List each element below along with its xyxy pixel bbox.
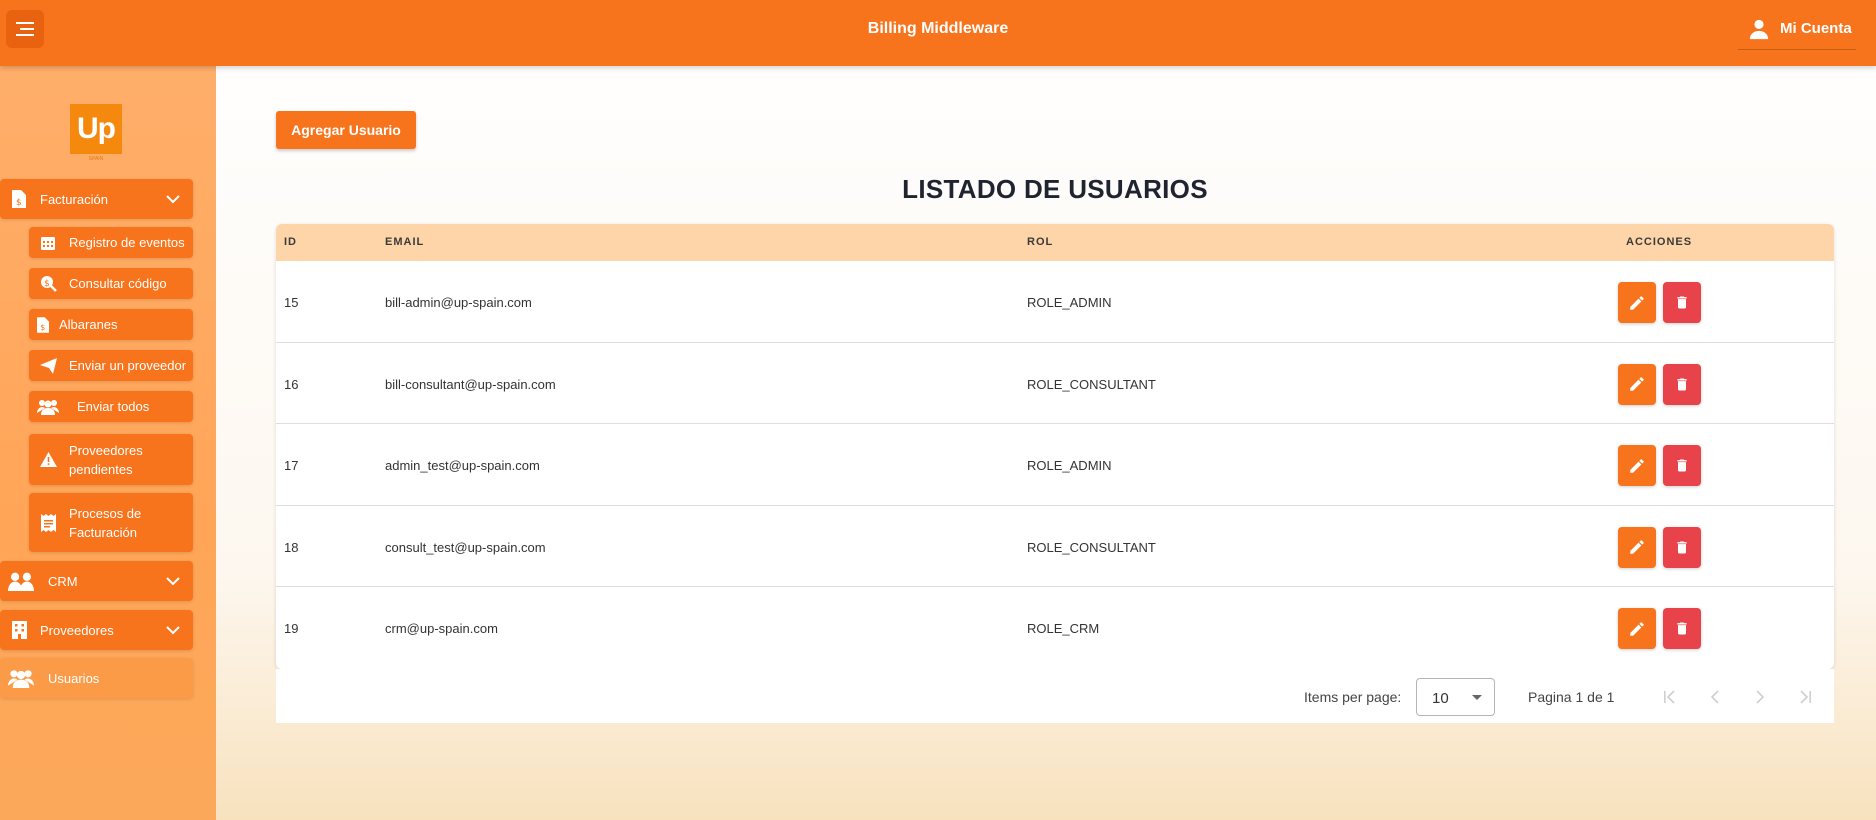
sidebar-item-registro-eventos[interactable]: Registro de eventos [29, 227, 193, 258]
pencil-icon [1630, 622, 1644, 636]
first-page-button[interactable] [1656, 683, 1684, 711]
row-rol: ROLE_ADMIN [1027, 458, 1112, 474]
table-row: 18 consult_test@up-spain.com ROLE_CONSUL… [276, 506, 1834, 588]
user-icon [1749, 19, 1769, 39]
column-header-email: EMAIL [385, 236, 425, 248]
svg-text:$: $ [44, 279, 50, 289]
row-id: 16 [284, 376, 299, 392]
svg-text:$: $ [40, 323, 45, 332]
column-header-rol: ROL [1027, 236, 1054, 248]
add-user-button[interactable]: Agregar Usuario [276, 111, 416, 149]
pencil-icon [1630, 458, 1644, 473]
users-table: ID EMAIL ROL ACCIONES 15 bill-admin@up-s… [276, 224, 1834, 669]
edit-button[interactable] [1618, 608, 1656, 650]
edit-button[interactable] [1618, 282, 1656, 323]
delete-button[interactable] [1663, 526, 1701, 568]
chevron-down-icon [165, 573, 181, 592]
items-per-page-label: Items per page: [1304, 689, 1402, 705]
items-per-page-value: 10 [1432, 690, 1449, 707]
row-id: 19 [284, 621, 299, 637]
edit-button[interactable] [1618, 363, 1656, 405]
row-email: bill-admin@up-spain.com [385, 295, 532, 310]
invoice-icon: $ [37, 316, 49, 333]
row-rol: ROLE_ADMIN [1027, 295, 1112, 310]
sidebar-group-proveedores[interactable]: Proveedores [0, 610, 193, 650]
table-header: ID EMAIL ROL ACCIONES [276, 224, 1834, 261]
page-range-label: Pagina 1 de 1 [1528, 689, 1615, 705]
page-title: LISTADO DE USUARIOS [902, 174, 1208, 204]
users-icon [37, 399, 59, 415]
row-id: 15 [284, 295, 299, 310]
column-header-id: ID [284, 236, 297, 248]
row-email: consult_test@up-spain.com [385, 539, 546, 555]
first-page-icon [1664, 690, 1675, 704]
svg-text:$: $ [16, 198, 22, 208]
previous-page-button[interactable] [1701, 683, 1729, 711]
delete-button[interactable] [1663, 608, 1701, 650]
next-page-button[interactable] [1746, 683, 1774, 711]
sidebar-item-enviar-proveedor[interactable]: Enviar un proveedor [29, 350, 193, 381]
chevron-down-icon [165, 191, 181, 210]
pencil-icon [1630, 295, 1644, 310]
receipt-icon [37, 513, 59, 532]
pencil-icon [1630, 540, 1644, 555]
sidebar-group-crm[interactable]: CRM [0, 561, 193, 601]
row-rol: ROLE_CONSULTANT [1027, 539, 1156, 555]
dropdown-arrow-icon [1472, 695, 1482, 700]
invoice-icon: $ [8, 190, 30, 208]
sidebar-item-enviar-todos[interactable]: Enviar todos [29, 391, 193, 422]
trash-icon [1677, 296, 1687, 309]
dollar-search-icon: $ [37, 275, 59, 292]
row-id: 18 [284, 539, 299, 555]
table-row: 16 bill-consultant@up-spain.com ROLE_CON… [276, 343, 1834, 425]
items-per-page-select[interactable]: 10 [1416, 678, 1495, 716]
edit-button[interactable] [1618, 526, 1656, 568]
top-bar: Billing Middleware Mi Cuenta [0, 0, 1876, 66]
paginator: Items per page: 10 Pagina 1 de 1 [276, 669, 1834, 723]
delete-button[interactable] [1663, 363, 1701, 405]
last-page-button[interactable] [1791, 683, 1819, 711]
trash-icon [1677, 622, 1687, 635]
table-row: 15 bill-admin@up-spain.com ROLE_ADMIN [276, 261, 1834, 343]
sidebar-group-facturacion[interactable]: $ Facturación [0, 179, 193, 219]
row-rol: ROLE_CRM [1027, 621, 1100, 637]
column-header-acciones: ACCIONES [1626, 236, 1693, 248]
warning-icon [37, 452, 59, 467]
edit-button[interactable] [1618, 445, 1656, 487]
sidebar-item-procesos-facturacion[interactable]: Procesos de Facturación [29, 493, 193, 552]
users-icon [8, 669, 34, 688]
send-icon [37, 357, 59, 374]
delete-button[interactable] [1663, 445, 1701, 487]
sidebar-item-albaranes[interactable]: $ Albaranes [29, 309, 193, 340]
account-label: Mi Cuenta [1780, 20, 1852, 37]
chevron-down-icon [165, 622, 181, 641]
building-icon [8, 621, 30, 639]
sidebar-item-consultar-codigo[interactable]: $ Consultar código [29, 268, 193, 299]
users-icon [8, 572, 34, 591]
row-rol: ROLE_CONSULTANT [1027, 376, 1156, 392]
trash-icon [1677, 541, 1687, 554]
app-title: Billing Middleware [867, 20, 1009, 37]
pencil-icon [1630, 377, 1644, 391]
table-row: 19 crm@up-spain.com ROLE_CRM [276, 587, 1834, 669]
sidebar-group-label: Facturación [40, 191, 108, 207]
row-id: 17 [284, 458, 299, 474]
chevron-right-icon [1756, 690, 1765, 704]
company-logo: Up SPAIN [70, 104, 122, 162]
row-email: crm@up-spain.com [385, 621, 498, 637]
row-email: admin_test@up-spain.com [385, 458, 540, 474]
calendar-icon [37, 235, 59, 251]
chevron-left-icon [1710, 690, 1719, 704]
table-row: 17 admin_test@up-spain.com ROLE_ADMIN [276, 424, 1834, 506]
sidebar-item-proveedores-pendientes[interactable]: Proveedores pendientes [29, 434, 193, 485]
trash-icon [1677, 378, 1687, 391]
trash-icon [1677, 459, 1687, 472]
sidebar: Up SPAIN $ Facturación Registro de event… [0, 66, 216, 820]
row-email: bill-consultant@up-spain.com [385, 376, 556, 392]
delete-button[interactable] [1663, 282, 1701, 323]
sidebar-group-usuarios[interactable]: Usuarios [0, 658, 193, 698]
last-page-icon [1800, 690, 1811, 704]
account-button[interactable]: Mi Cuenta [1738, 8, 1856, 50]
